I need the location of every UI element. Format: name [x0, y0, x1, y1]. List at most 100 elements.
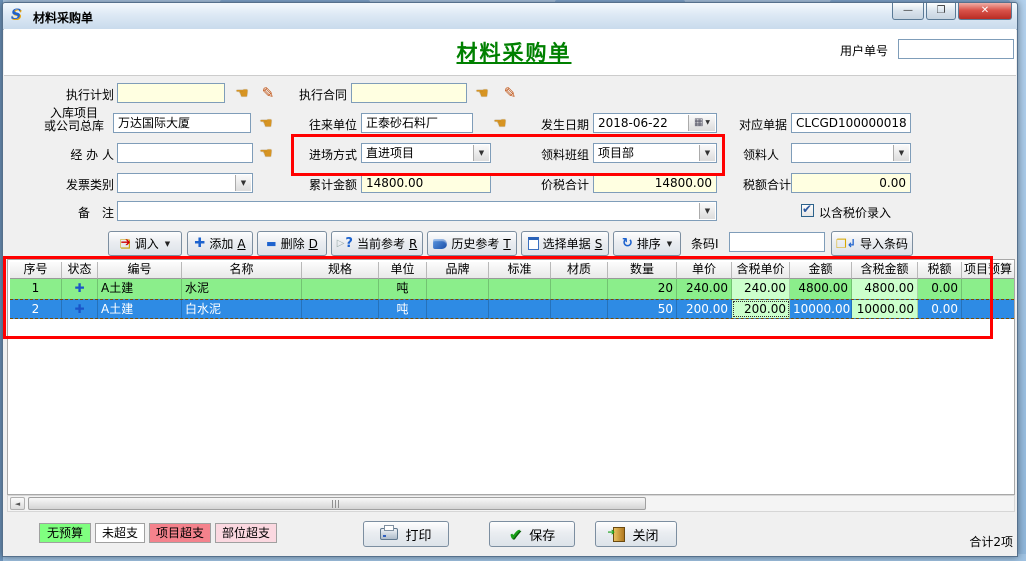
row-status-plus-icon: ✚	[62, 300, 98, 318]
pages-icon: ❐	[836, 237, 847, 251]
col-header: 状态	[62, 262, 98, 279]
barcode-label: 条码I	[691, 234, 727, 254]
delete-row-button[interactable]: ▬ 删除D	[257, 231, 327, 256]
table-header-row: 序号 状态 编号 名称 规格 单位 品牌 标准 材质 数量 单价 含税单价 金额…	[10, 262, 1014, 279]
user-no-input[interactable]	[898, 39, 1014, 59]
purchase-order-window: S 材料采购单 — ❐ ✕ 材料采购单 用户单号 执行计划 ☚ ✎ 执行合同 ☚…	[2, 2, 1018, 557]
form-header: 材料采购单 用户单号	[4, 29, 1016, 76]
remark-combobox[interactable]: ▼	[117, 201, 717, 221]
scroll-left-button[interactable]: ◄	[10, 497, 25, 510]
chevron-down-icon[interactable]: ▼	[473, 145, 489, 161]
project-label: 入库项目 或公司总库	[39, 107, 109, 127]
focused-cell[interactable]: 200.00	[732, 300, 790, 318]
save-button[interactable]: ✔ 保存	[489, 521, 575, 547]
table-row-selected[interactable]: 2 ✚ A土建 白水泥 吨 50 200.00 200.00 10000.00 …	[10, 299, 1014, 319]
project-input[interactable]: 万达国际大厦	[113, 113, 251, 133]
sort-icon: ↻	[622, 236, 633, 251]
total-with-tax-label: 价税合计	[531, 175, 589, 195]
col-header: 名称	[182, 262, 302, 279]
ref-doc-input[interactable]: CLCGD100000018	[791, 113, 911, 133]
return-arrow-icon: ↲	[847, 237, 856, 250]
table-row[interactable]: 1 ✚ A土建 水泥 吨 20 240.00 240.00 4800.00 48…	[10, 279, 1014, 299]
chevron-down-icon[interactable]: ▼	[699, 145, 715, 161]
hand-picker-icon[interactable]: ☚	[231, 83, 253, 103]
close-form-button[interactable]: 关闭	[595, 521, 677, 547]
legend-project-over: 项目超支	[149, 523, 211, 543]
ref-doc-label: 对应单据	[729, 115, 787, 135]
col-header: 标准	[489, 262, 551, 279]
chevron-down-icon: ▼	[705, 114, 710, 132]
invoice-type-select[interactable]: ▼	[117, 173, 253, 193]
hand-picker-icon[interactable]: ☚	[255, 143, 277, 163]
chevron-down-icon: ▼	[165, 240, 170, 248]
hand-picker-icon[interactable]: ☚	[471, 83, 493, 103]
pencil-edit-icon[interactable]: ✎	[499, 83, 521, 103]
entry-mode-select[interactable]: 直进项目 ▼	[361, 143, 491, 163]
col-header: 金额	[790, 262, 852, 279]
col-header: 品牌	[427, 262, 489, 279]
close-icon: ✕	[981, 5, 989, 16]
import-arrow-icon: ➔	[121, 235, 131, 249]
book-icon	[433, 239, 447, 249]
add-row-button[interactable]: ✚ 添加A	[187, 231, 253, 256]
tax-total-label: 税额合计	[733, 175, 791, 195]
chevron-down-icon[interactable]: ▼	[699, 203, 715, 219]
team-select[interactable]: 项目部 ▼	[593, 143, 717, 163]
select-document-button[interactable]: 选择单据S	[521, 231, 609, 256]
exit-door-icon	[613, 527, 625, 542]
col-header: 数量	[608, 262, 677, 279]
total-with-tax-field: 14800.00	[593, 173, 717, 193]
question-icon: ?	[345, 236, 353, 251]
history-reference-button[interactable]: 历史参考T	[427, 231, 517, 256]
import-barcode-button[interactable]: ❐ ↲ 导入条码	[831, 231, 913, 256]
exec-plan-input[interactable]	[117, 83, 225, 103]
print-button[interactable]: 打印	[363, 521, 449, 547]
col-header: 材质	[551, 262, 608, 279]
window-titlebar[interactable]: S 材料采购单 — ❐ ✕	[3, 3, 1017, 30]
calendar-dropdown-button[interactable]: ▦ ▼	[688, 115, 715, 131]
col-header: 含税金额	[852, 262, 918, 279]
col-header: 编号	[98, 262, 182, 279]
maximize-icon: ❐	[937, 5, 946, 16]
tax-included-label: 以含税价录入	[819, 203, 891, 223]
scrollbar-thumb[interactable]	[28, 497, 646, 510]
vendor-input[interactable]: 正泰砂石料厂	[361, 113, 473, 133]
current-reference-button[interactable]: ▷ ? 当前参考R	[331, 231, 423, 256]
minimize-button[interactable]: —	[892, 3, 924, 20]
chevron-down-icon: ▼	[667, 240, 672, 248]
exec-contract-label: 执行合同	[289, 85, 347, 105]
vendor-label: 往来单位	[299, 115, 357, 135]
invoice-type-label: 发票类别	[56, 175, 114, 195]
load-in-button[interactable]: ❏ ➔ 调入 ▼	[108, 231, 182, 256]
legend-not-over: 未超支	[95, 523, 145, 543]
tax-included-checkbox[interactable]: ✔	[801, 204, 814, 217]
hand-picker-icon[interactable]: ☚	[489, 113, 511, 133]
date-input[interactable]: 2018-06-22 ▦ ▼	[593, 113, 717, 133]
pencil-edit-icon[interactable]: ✎	[257, 83, 279, 103]
picker-select[interactable]: ▼	[791, 143, 911, 163]
handler-input[interactable]	[117, 143, 253, 163]
maximize-button[interactable]: ❐	[926, 3, 956, 20]
cum-amount-label: 累计金额	[299, 175, 357, 195]
user-no-label: 用户单号	[840, 41, 888, 61]
total-count: 合计2项	[923, 533, 1013, 550]
barcode-input[interactable]	[729, 232, 825, 252]
close-button[interactable]: ✕	[958, 3, 1012, 20]
legend-no-budget: 无预算	[39, 523, 91, 543]
horizontal-scrollbar[interactable]: ◄	[7, 495, 1015, 512]
cum-amount-field: 14800.00	[361, 173, 491, 193]
chevron-down-icon[interactable]: ▼	[235, 175, 251, 191]
chevron-down-icon[interactable]: ▼	[893, 145, 909, 161]
col-header: 单价	[677, 262, 732, 279]
save-check-icon: ✔	[509, 525, 522, 544]
desktop: S 材料采购单 — ❐ ✕ 材料采购单 用户单号 执行计划 ☚ ✎ 执行合同 ☚…	[0, 0, 1026, 561]
hand-picker-icon[interactable]: ☚	[255, 113, 277, 133]
items-table: 序号 状态 编号 名称 规格 单位 品牌 标准 材质 数量 单价 含税单价 金额…	[7, 259, 1015, 495]
col-header: 序号	[10, 262, 62, 279]
checkmark-icon: ✔	[802, 202, 812, 216]
tax-total-field: 0.00	[791, 173, 911, 193]
legend-part-over: 部位超支	[215, 523, 277, 543]
scrollbar-grip	[332, 500, 341, 508]
sort-button[interactable]: ↻ 排序 ▼	[613, 231, 681, 256]
exec-contract-input[interactable]	[351, 83, 467, 103]
